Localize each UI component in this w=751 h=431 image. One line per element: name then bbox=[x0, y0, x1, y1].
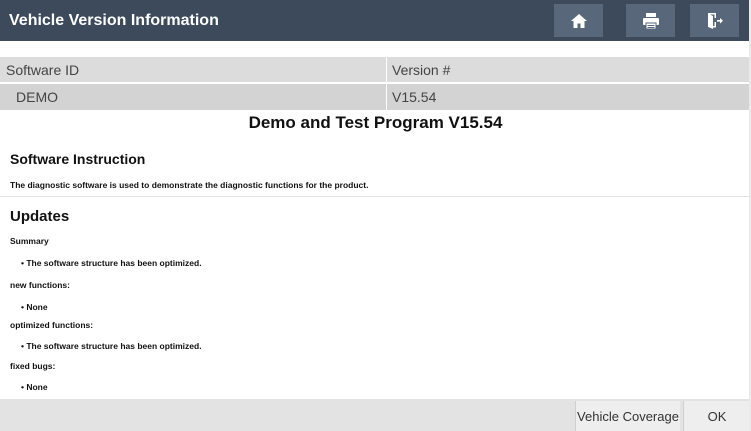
updates-heading: Updates bbox=[10, 208, 70, 225]
version-value: V15.54 bbox=[392, 89, 437, 105]
table-header-row: Software ID Version # bbox=[0, 57, 751, 82]
program-title: Demo and Test Program V15.54 bbox=[248, 113, 503, 132]
column-header-version: Version # bbox=[392, 61, 451, 78]
ok-button[interactable]: OK bbox=[683, 401, 750, 431]
window-title: Vehicle Version Information bbox=[9, 12, 219, 29]
home-button[interactable] bbox=[554, 4, 603, 37]
home-icon bbox=[570, 13, 587, 28]
new-functions-item: • None bbox=[21, 302, 48, 312]
new-functions-label: new functions: bbox=[10, 280, 70, 290]
fixed-bugs-item: • None bbox=[21, 382, 48, 392]
summary-item: • The software structure has been optimi… bbox=[21, 258, 202, 268]
fixed-bugs-label: fixed bugs: bbox=[10, 361, 56, 371]
section-divider bbox=[0, 196, 751, 197]
instruction-text: The diagnostic software is used to demon… bbox=[10, 180, 369, 190]
exit-icon bbox=[707, 12, 723, 29]
column-header-software-id: Software ID bbox=[6, 61, 80, 78]
instruction-heading: Software Instruction bbox=[10, 151, 146, 167]
vehicle-coverage-button[interactable]: Vehicle Coverage bbox=[575, 401, 680, 431]
print-button[interactable] bbox=[626, 4, 675, 37]
exit-button[interactable] bbox=[690, 4, 739, 37]
column-divider bbox=[386, 57, 387, 110]
print-icon bbox=[642, 12, 659, 29]
software-id-value: DEMO bbox=[16, 89, 58, 105]
table-row: DEMO V15.54 bbox=[0, 84, 751, 110]
optimized-functions-label: optimized functions: bbox=[10, 320, 94, 330]
optimized-functions-item: • The software structure has been optimi… bbox=[21, 341, 202, 351]
summary-label: Summary bbox=[10, 236, 49, 246]
title-bar: Vehicle Version Information bbox=[0, 0, 751, 41]
